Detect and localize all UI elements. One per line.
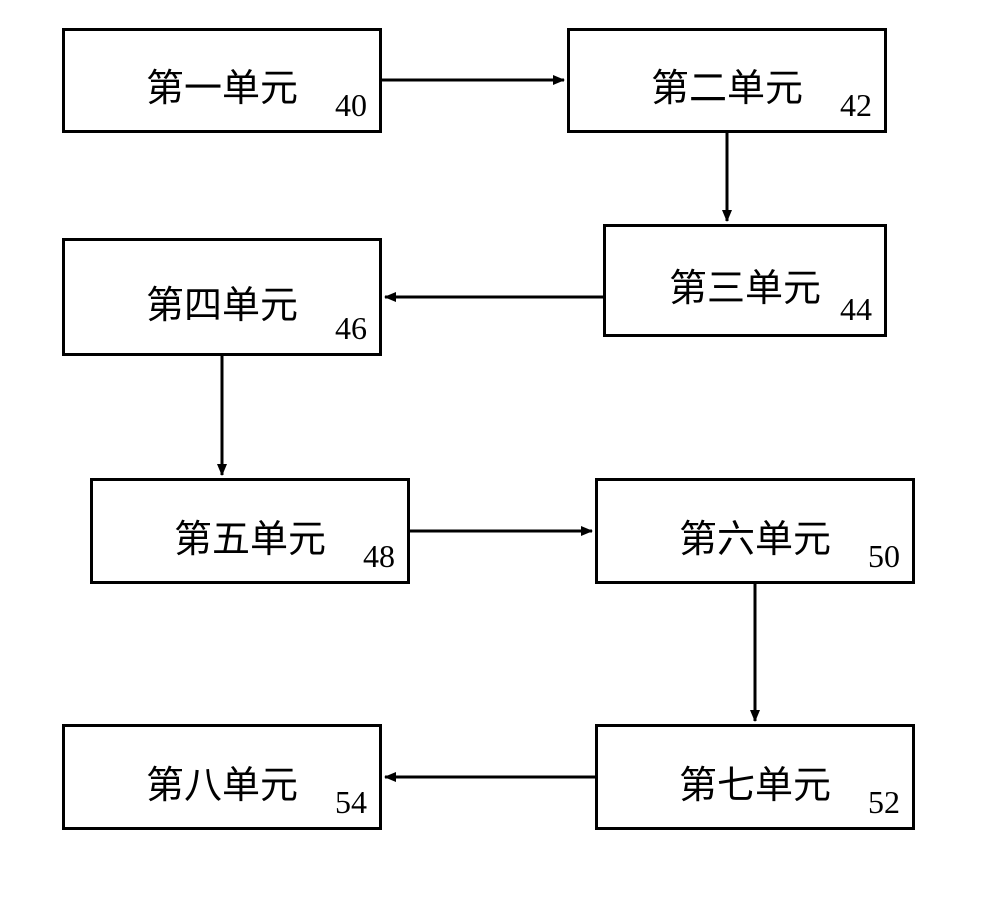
- box-unit-3: 第三单元 44: [603, 224, 887, 337]
- box-unit-1: 第一单元 40: [62, 28, 382, 133]
- box-unit-8: 第八单元 54: [62, 724, 382, 830]
- box-label: 第四单元: [146, 274, 298, 329]
- box-number: 54: [335, 784, 367, 821]
- box-number: 46: [335, 310, 367, 347]
- box-label: 第五单元: [174, 508, 326, 563]
- box-unit-7: 第七单元 52: [595, 724, 915, 830]
- box-unit-5: 第五单元 48: [90, 478, 410, 584]
- box-label: 第七单元: [679, 754, 831, 809]
- box-number: 42: [840, 87, 872, 124]
- box-label: 第二单元: [651, 57, 803, 112]
- box-label: 第三单元: [669, 257, 821, 312]
- box-label: 第八单元: [146, 754, 298, 809]
- box-number: 50: [868, 538, 900, 575]
- box-number: 52: [868, 784, 900, 821]
- box-label: 第一单元: [146, 57, 298, 112]
- block-diagram: 第一单元 40 第二单元 42 第四单元 46 第三单元 44 第五单元 48 …: [0, 0, 1000, 901]
- box-number: 40: [335, 87, 367, 124]
- box-number: 44: [840, 291, 872, 328]
- box-number: 48: [363, 538, 395, 575]
- box-unit-6: 第六单元 50: [595, 478, 915, 584]
- box-unit-2: 第二单元 42: [567, 28, 887, 133]
- box-unit-4: 第四单元 46: [62, 238, 382, 356]
- box-label: 第六单元: [679, 508, 831, 563]
